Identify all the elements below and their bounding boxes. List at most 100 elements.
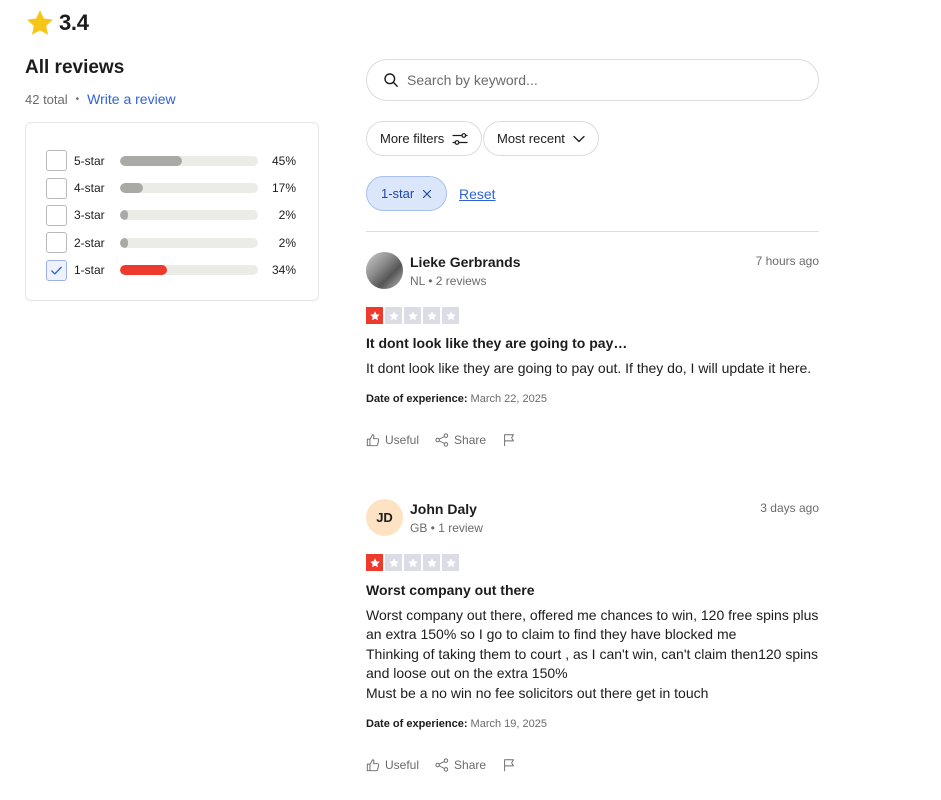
total-count: 42 total (25, 91, 68, 107)
filter-label: 4-star (74, 181, 105, 196)
star-rating (366, 554, 819, 571)
review-header: JD John Daly GB • 1 review 3 days ago (366, 499, 819, 539)
search-input[interactable] (407, 72, 787, 88)
date-of-experience: Date of experience: March 19, 2025 (366, 718, 819, 730)
checkbox-4-star[interactable] (46, 177, 67, 199)
star-filter-panel: 5-star 45% 4-star 17% 3-star 2% 2-star 2… (25, 122, 319, 301)
review-header: Lieke Gerbrands NL • 2 reviews 7 hours a… (366, 252, 819, 292)
rating-star-icon (366, 307, 383, 324)
rating-bar (120, 155, 258, 166)
flag-icon (504, 434, 514, 447)
divider (366, 231, 819, 232)
reviewer-meta: GB • 1 review (410, 521, 483, 535)
date-value: March 19, 2025 (470, 718, 547, 731)
useful-label: Useful (385, 758, 420, 773)
filter-row-2-star[interactable]: 2-star 2% (46, 229, 298, 256)
share-button[interactable]: Share (435, 433, 486, 447)
filter-row-1-star[interactable]: 1-star 34% (46, 257, 298, 284)
rating-bar (120, 210, 258, 221)
share-button[interactable]: Share (435, 758, 486, 772)
reset-link[interactable]: Reset (459, 186, 496, 202)
rating-star-icon (404, 307, 421, 324)
rating-star-icon (442, 554, 459, 571)
useful-button[interactable]: Useful (366, 758, 419, 772)
review-body: It dont look like they are going to pay … (366, 360, 812, 376)
date-value: March 22, 2025 (470, 393, 547, 406)
checkmark-icon (51, 266, 62, 275)
checkbox-3-star[interactable] (46, 204, 67, 226)
sliders-icon (452, 132, 468, 145)
share-icon (435, 433, 449, 448)
checkbox-2-star[interactable] (46, 232, 67, 254)
more-filters-button[interactable]: More filters (366, 121, 483, 156)
thumbs-up-icon (366, 759, 380, 772)
rating-star-icon (423, 307, 440, 324)
search-icon (384, 73, 398, 87)
close-icon[interactable] (422, 189, 432, 199)
share-label: Share (454, 758, 487, 773)
filter-label: 1-star (74, 263, 105, 278)
review-title[interactable]: It dont look like they are going to pay… (366, 335, 819, 351)
reviewer-name[interactable]: John Daly (410, 501, 477, 517)
rating-bar-fill (120, 155, 183, 166)
review-time: 7 hours ago (755, 254, 819, 268)
review-body: Worst company out there, offered me chan… (366, 607, 819, 701)
report-button[interactable] (502, 758, 516, 772)
date-label: Date of experience: (366, 393, 468, 406)
report-button[interactable] (502, 433, 516, 447)
rating-bar (120, 237, 258, 248)
filter-percent: 2% (278, 208, 296, 223)
review-title[interactable]: Worst company out there (366, 582, 819, 598)
chip-label: 1-star (381, 186, 415, 201)
filter-row-4-star[interactable]: 4-star 17% (46, 174, 298, 201)
checkbox-5-star[interactable] (46, 150, 67, 172)
search-box[interactable] (366, 59, 819, 101)
rating-star-icon (404, 554, 421, 571)
rating-bar-fill (120, 183, 144, 194)
filter-row-5-star[interactable]: 5-star 45% (46, 147, 298, 174)
rating-star-icon (385, 307, 402, 324)
page-title: All reviews (25, 57, 125, 78)
filter-label: 3-star (74, 208, 105, 223)
rating-star-icon (366, 554, 383, 571)
rating-bar-fill (120, 237, 129, 248)
write-review-link[interactable]: Write a review (87, 91, 175, 107)
sort-label: Most recent (497, 131, 565, 146)
filter-row-3-star[interactable]: 3-star 2% (46, 202, 298, 229)
chevron-down-icon (573, 135, 585, 142)
review-time: 3 days ago (760, 501, 819, 515)
review-actions: Useful Share (366, 758, 819, 772)
avatar[interactable]: JD (366, 499, 403, 536)
filter-label: 5-star (74, 153, 105, 168)
active-filter-chip[interactable]: 1-star (366, 176, 448, 211)
rating-bar-fill (120, 265, 167, 276)
useful-button[interactable]: Useful (366, 433, 419, 447)
star-icon (27, 10, 53, 35)
thumbs-up-icon (366, 434, 380, 447)
review-card: JD John Daly GB • 1 review 3 days ago Wo… (366, 499, 819, 772)
review-actions: Useful Share (366, 433, 819, 447)
rating-bar (120, 265, 258, 276)
reviewer-name[interactable]: Lieke Gerbrands (410, 254, 521, 270)
date-label: Date of experience: (366, 718, 468, 731)
filter-label: 2-star (74, 235, 105, 250)
avatar[interactable] (366, 252, 403, 289)
reviewer-meta: NL • 2 reviews (410, 274, 487, 288)
filter-percent: 45% (271, 153, 296, 168)
more-filters-label: More filters (380, 131, 445, 146)
filter-percent: 2% (278, 235, 296, 250)
flag-icon (504, 759, 514, 772)
rating-star-icon (442, 307, 459, 324)
overall-rating: 3.4 (25, 8, 89, 38)
rating-bar (120, 183, 258, 194)
rating-star-icon (423, 554, 440, 571)
sort-dropdown[interactable]: Most recent (483, 121, 599, 156)
rating-star-icon (385, 554, 402, 571)
checkbox-1-star[interactable] (46, 259, 67, 281)
useful-label: Useful (385, 433, 420, 448)
rating-value: 3.4 (59, 10, 89, 35)
rating-bar-fill (120, 210, 129, 221)
filter-percent: 34% (271, 263, 296, 278)
review-summary: 42 total • Write a review (25, 91, 176, 107)
review-card: Lieke Gerbrands NL • 2 reviews 7 hours a… (366, 252, 819, 447)
